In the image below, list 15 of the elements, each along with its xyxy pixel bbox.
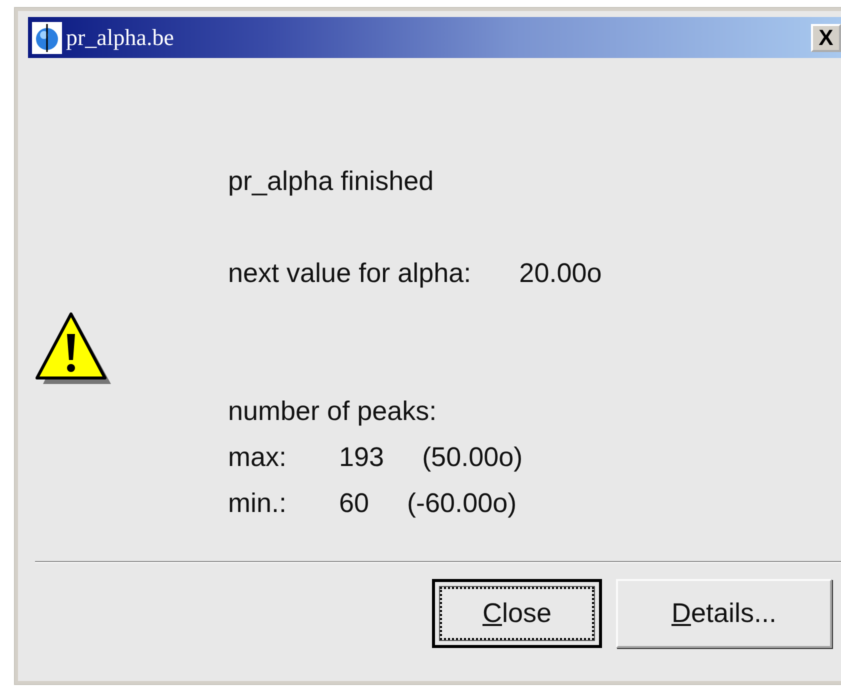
message-text: pr_alpha finished xyxy=(228,166,434,196)
message-label: max: xyxy=(228,442,288,472)
message-value: (50.00o) xyxy=(422,442,523,472)
message-value: 20.00o xyxy=(519,258,602,288)
message-value: (-60.00o) xyxy=(407,488,517,518)
dialog-button[interactable]: Details... xyxy=(616,579,832,648)
message-text: number of peaks: xyxy=(228,396,437,426)
message-label: next value for alpha: xyxy=(228,258,472,288)
app-globe-icon xyxy=(32,22,62,54)
window-close-button[interactable]: X xyxy=(811,24,841,52)
dialog-button[interactable]: Close xyxy=(432,579,602,648)
message-label: min.: xyxy=(228,488,288,518)
message-value: 60 xyxy=(339,488,370,518)
message-value: 193 xyxy=(339,442,384,472)
window-title: pr_alpha.be xyxy=(66,24,174,50)
